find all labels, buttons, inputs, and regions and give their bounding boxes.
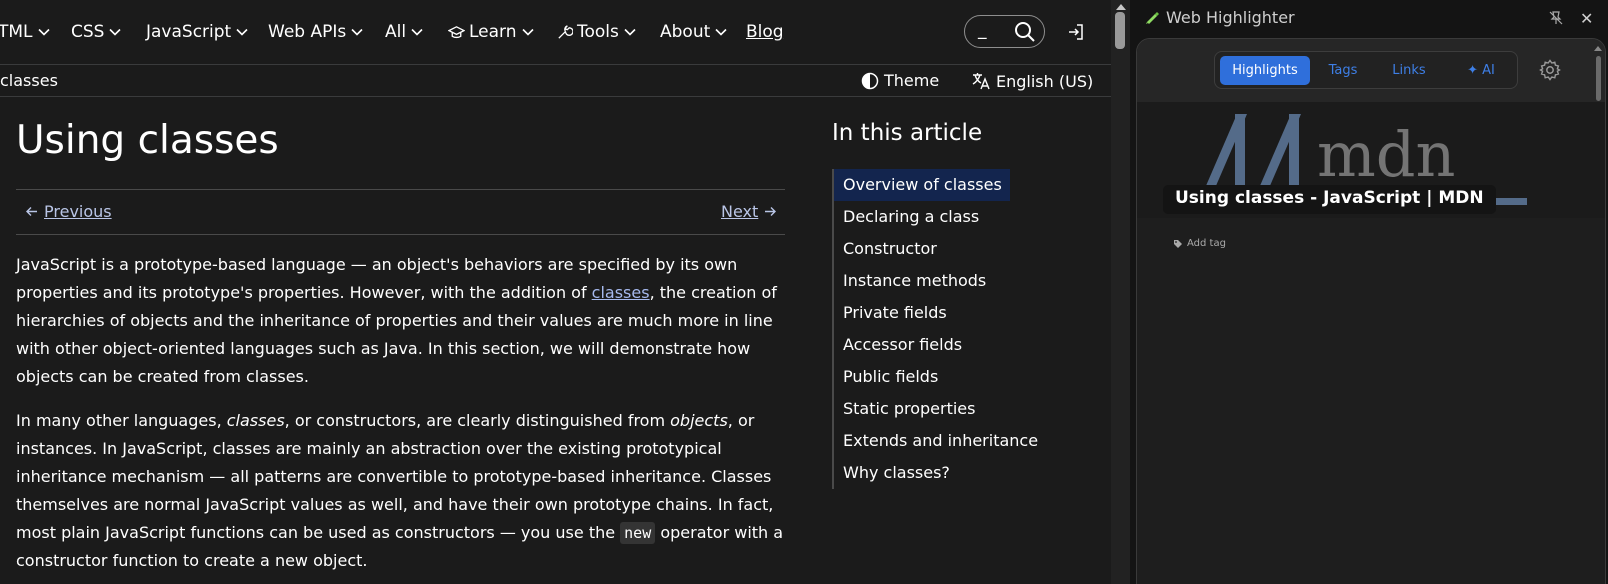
nav-blog-label: Blog [746, 22, 784, 42]
language-label: English (US) [996, 71, 1094, 91]
highlighter-body: Highlights Tags Links ✦ AI mdn Using cla… [1136, 38, 1606, 584]
nav-html[interactable]: TML [0, 22, 51, 42]
wrench-icon [558, 24, 573, 39]
highlighter-header: Highlights Tags Links ✦ AI [1137, 39, 1605, 102]
page-scrollbar[interactable] [1111, 0, 1130, 584]
toc-item[interactable]: Declaring a class [834, 201, 979, 233]
nav-web-apis-label: Web APIs [268, 22, 347, 42]
mdn-logo-text: mdn [1317, 118, 1456, 191]
emphasis: classes [226, 411, 285, 430]
chevron-down-icon [236, 28, 248, 36]
divider [16, 234, 785, 235]
text-run: In many other languages, [16, 411, 227, 430]
language-button[interactable]: English (US) [971, 71, 1093, 91]
highlighted-page-title: Using classes - JavaScript | MDN [1163, 185, 1496, 214]
nav-blog[interactable]: Blog [746, 22, 784, 42]
page-title: Using classes [16, 118, 279, 163]
tab-tags[interactable]: Tags [1317, 56, 1369, 85]
toc-item[interactable]: Constructor [834, 233, 937, 265]
intro-paragraph: JavaScript is a prototype-based language… [16, 251, 786, 391]
toc-item[interactable]: Private fields [834, 297, 947, 329]
nav-about[interactable]: About [660, 22, 728, 42]
previous-link-label: Previous [44, 202, 112, 221]
divider [16, 189, 785, 190]
breadcrumb-bar: classes Theme English (US) [0, 66, 1111, 97]
nav-learn[interactable]: Learn [448, 22, 535, 42]
gear-icon[interactable] [1539, 59, 1561, 81]
previous-link[interactable]: Previous [25, 202, 112, 221]
search-input[interactable]: _ [964, 15, 1045, 48]
table-of-contents: Overview of classes Declaring a class Co… [832, 169, 1062, 489]
next-link-label: Next [721, 202, 759, 221]
arrow-left-icon [26, 207, 37, 216]
translate-icon [972, 73, 990, 90]
scrollbar-thumb[interactable] [1115, 12, 1125, 49]
chevron-down-icon [411, 28, 423, 36]
mdn-page: TML CSS JavaScript Web APIs All Learn To… [0, 0, 1111, 584]
nav-tools[interactable]: Tools [556, 22, 637, 42]
nav-tools-label: Tools [577, 22, 619, 42]
highlighter-scrollbar-thumb[interactable] [1596, 56, 1601, 101]
toc-item[interactable]: Overview of classes [834, 169, 1010, 201]
nav-javascript-label: JavaScript [146, 22, 232, 42]
login-icon[interactable] [1066, 22, 1086, 42]
tag-icon [1174, 239, 1182, 248]
highlighter-title: Web Highlighter [1166, 8, 1295, 27]
toc-item[interactable]: Static properties [834, 393, 975, 425]
breadcrumb[interactable]: classes [0, 71, 58, 90]
chevron-down-icon [624, 28, 636, 36]
arrow-right-icon [765, 207, 777, 216]
text-run: , or constructors, are clearly distingui… [284, 411, 671, 430]
toc-title: In this article [832, 120, 983, 146]
emphasis: objects [670, 411, 728, 430]
toc-item[interactable]: Extends and inheritance [834, 425, 1038, 457]
chevron-down-icon [351, 28, 363, 36]
search-input-value: _ [978, 20, 987, 40]
inline-code: new [620, 522, 656, 544]
toc-item[interactable]: Accessor fields [834, 329, 962, 361]
close-icon[interactable]: ✕ [1580, 9, 1593, 28]
add-tag-label: Add tag [1187, 238, 1226, 249]
toc-item[interactable]: Public fields [834, 361, 938, 393]
highlighter-panel: Web Highlighter ✕ Highlights Tags Links … [1130, 0, 1608, 584]
tab-ai[interactable]: ✦ AI [1449, 56, 1513, 85]
theme-button[interactable]: Theme [861, 71, 939, 90]
highlighter-tabs: Highlights Tags Links ✦ AI [1214, 51, 1518, 89]
tab-links[interactable]: Links [1379, 56, 1439, 85]
nav-about-label: About [660, 22, 711, 42]
highlighter-pen-icon [1146, 12, 1159, 24]
scroll-up-arrow-icon[interactable] [1116, 4, 1126, 10]
chevron-down-icon [109, 28, 122, 36]
toc-item[interactable]: Why classes? [834, 457, 950, 489]
highlighter-titlebar: Web Highlighter ✕ [1130, 0, 1608, 36]
top-navigation: TML CSS JavaScript Web APIs All Learn To… [0, 0, 1111, 65]
toc-item[interactable]: Instance methods [834, 265, 986, 297]
chevron-down-icon [37, 28, 50, 36]
nav-all-label: All [385, 22, 407, 42]
nav-javascript[interactable]: JavaScript [146, 22, 249, 42]
next-link[interactable]: Next [721, 202, 777, 221]
nav-learn-label: Learn [469, 22, 517, 42]
graduation-cap-icon [448, 25, 465, 38]
theme-label: Theme [884, 71, 940, 90]
nav-css-label: CSS [71, 22, 105, 42]
add-tag-button[interactable]: Add tag [1173, 238, 1226, 249]
search-icon[interactable] [1014, 21, 1036, 43]
chevron-down-icon [715, 28, 727, 36]
theme-icon [861, 72, 879, 89]
chevron-down-icon [521, 28, 534, 36]
nav-all[interactable]: All [385, 22, 424, 42]
scroll-up-arrow-icon[interactable] [1594, 44, 1602, 52]
nav-css[interactable]: CSS [71, 22, 122, 42]
body-paragraph: In many other languages, classes, or con… [16, 407, 786, 575]
nav-web-apis[interactable]: Web APIs [268, 22, 364, 42]
classes-link[interactable]: classes [592, 283, 650, 302]
nav-html-label: TML [0, 22, 33, 42]
tab-highlights[interactable]: Highlights [1220, 56, 1310, 85]
unpin-icon[interactable] [1548, 10, 1564, 26]
